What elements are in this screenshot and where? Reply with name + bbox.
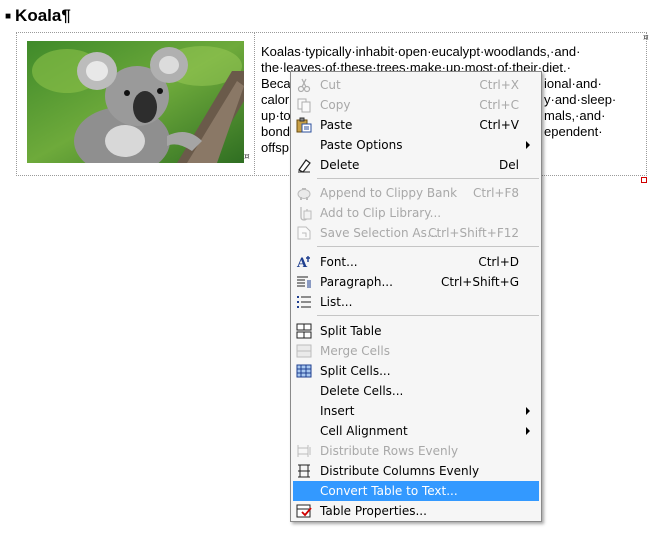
eraser-icon xyxy=(296,157,312,173)
save-selection-icon xyxy=(296,225,312,241)
menu-item-paragraph[interactable]: Paragraph... Ctrl+Shift+G xyxy=(293,272,539,292)
menu-separator xyxy=(317,246,539,247)
list-icon xyxy=(296,294,312,310)
scissors-icon xyxy=(296,77,312,93)
submenu-arrow-icon xyxy=(526,407,530,415)
paragraph-line: bond xyxy=(261,124,290,139)
row-end-marker: ¤ xyxy=(643,33,649,43)
menu-item-delete-cells[interactable]: Delete Cells... xyxy=(293,381,539,401)
heading-text: Koala¶ xyxy=(15,6,71,25)
menu-item-label: Merge Cells xyxy=(320,344,390,358)
menu-item-cut[interactable]: Cut Ctrl+X xyxy=(293,75,539,95)
menu-item-delete[interactable]: Delete Del xyxy=(293,155,539,175)
distribute-rows-icon xyxy=(296,443,312,459)
cell-end-marker: ¤ xyxy=(244,152,250,162)
menu-item-label: Add to Clip Library... xyxy=(320,206,442,220)
paragraph-line-tail: y·and·sleep· xyxy=(544,92,617,107)
menu-separator xyxy=(317,315,539,316)
page-title: ■ Koala¶ xyxy=(5,6,71,26)
font-icon: A xyxy=(296,254,312,271)
paragraph-line: Koalas·typically·inhabit·open·eucalypt·w… xyxy=(261,44,581,59)
menu-item-copy[interactable]: Copy Ctrl+C xyxy=(293,95,539,115)
menu-item-label: Save Selection As... xyxy=(320,226,439,240)
menu-item-label: Cell Alignment xyxy=(320,424,408,438)
split-table-icon xyxy=(296,323,312,339)
table-properties-icon xyxy=(296,503,312,519)
paragraph-line: calor xyxy=(261,92,290,107)
menu-item-label: Paragraph... xyxy=(320,275,393,289)
menu-item-shortcut: Ctrl+C xyxy=(479,98,519,112)
menu-item-label: Copy xyxy=(320,98,351,112)
menu-item-label: Cut xyxy=(320,78,341,92)
distribute-columns-icon xyxy=(296,463,312,479)
menu-item-shortcut: Ctrl+X xyxy=(479,78,519,92)
menu-item-cell-alignment[interactable]: Cell Alignment xyxy=(293,421,539,441)
copy-icon xyxy=(296,97,312,113)
menu-item-save-selection[interactable]: Save Selection As... Ctrl+Shift+F12 xyxy=(293,223,539,243)
paragraph-line: up·to xyxy=(261,108,291,123)
clip-library-icon xyxy=(296,205,312,221)
paragraph-line-tail: ependent· xyxy=(544,124,603,139)
merge-cells-icon xyxy=(296,343,312,359)
submenu-arrow-icon xyxy=(526,141,530,149)
menu-item-label: Delete Cells... xyxy=(320,384,404,398)
submenu-arrow-icon xyxy=(526,427,530,435)
menu-item-label: Convert Table to Text... xyxy=(320,484,458,498)
menu-item-label: Table Properties... xyxy=(320,504,427,518)
paragraph-line: Beca xyxy=(261,76,291,91)
menu-item-label: Font... xyxy=(320,255,358,269)
menu-item-shortcut: Ctrl+Shift+F12 xyxy=(428,226,519,240)
menu-item-label: Paste xyxy=(320,118,353,132)
menu-item-label: Split Table xyxy=(320,324,382,338)
context-menu: Cut Ctrl+X Copy Ctrl+C Paste Ctrl+V Past… xyxy=(290,71,542,522)
menu-item-append-clippy-bank[interactable]: Append to Clippy Bank Ctrl+F8 xyxy=(293,183,539,203)
menu-item-shortcut: Ctrl+D xyxy=(478,255,519,269)
menu-item-merge-cells[interactable]: Merge Cells xyxy=(293,341,539,361)
menu-item-table-properties[interactable]: Table Properties... xyxy=(293,501,539,521)
menu-separator xyxy=(317,178,539,179)
split-cells-icon xyxy=(296,363,312,379)
menu-item-label: Insert xyxy=(320,404,355,418)
menu-item-distribute-rows[interactable]: Distribute Rows Evenly xyxy=(293,441,539,461)
menu-item-label: Split Cells... xyxy=(320,364,391,378)
paragraph-icon xyxy=(296,274,312,290)
menu-item-label: Distribute Columns Evenly xyxy=(320,464,480,478)
table-cell-divider[interactable] xyxy=(254,32,255,176)
menu-item-list[interactable]: List... xyxy=(293,292,539,312)
paragraph-line-tail: mals,·and· xyxy=(544,108,606,123)
menu-item-convert-table-to-text[interactable]: Convert Table to Text... xyxy=(293,481,539,501)
menu-item-label: Paste Options xyxy=(320,138,403,152)
table-resize-handle[interactable] xyxy=(641,177,647,183)
menu-item-paste[interactable]: Paste Ctrl+V xyxy=(293,115,539,135)
menu-item-distribute-columns[interactable]: Distribute Columns Evenly xyxy=(293,461,539,481)
menu-item-shortcut: Ctrl+Shift+G xyxy=(440,275,519,289)
paragraph-line-tail: ional·and· xyxy=(544,76,602,91)
menu-item-paste-options[interactable]: Paste Options xyxy=(293,135,539,155)
menu-item-font[interactable]: A Font... Ctrl+D xyxy=(293,252,539,272)
paste-icon xyxy=(296,117,312,133)
paragraph-line: offsp xyxy=(261,140,289,155)
menu-item-insert[interactable]: Insert xyxy=(293,401,539,421)
koala-photo[interactable] xyxy=(27,41,244,163)
menu-item-split-table[interactable]: Split Table xyxy=(293,321,539,341)
piggy-bank-icon xyxy=(296,185,312,201)
menu-item-split-cells[interactable]: Split Cells... xyxy=(293,361,539,381)
menu-item-add-clip-library[interactable]: Add to Clip Library... xyxy=(293,203,539,223)
menu-item-shortcut: Del xyxy=(499,158,519,172)
menu-item-label: List... xyxy=(320,295,353,309)
menu-item-label: Delete xyxy=(320,158,360,172)
paragraph-bullet: ■ xyxy=(5,11,12,23)
menu-item-label: Append to Clippy Bank xyxy=(320,186,458,200)
menu-item-shortcut: Ctrl+V xyxy=(479,118,519,132)
menu-item-shortcut: Ctrl+F8 xyxy=(473,186,519,200)
menu-item-label: Distribute Rows Evenly xyxy=(320,444,459,458)
